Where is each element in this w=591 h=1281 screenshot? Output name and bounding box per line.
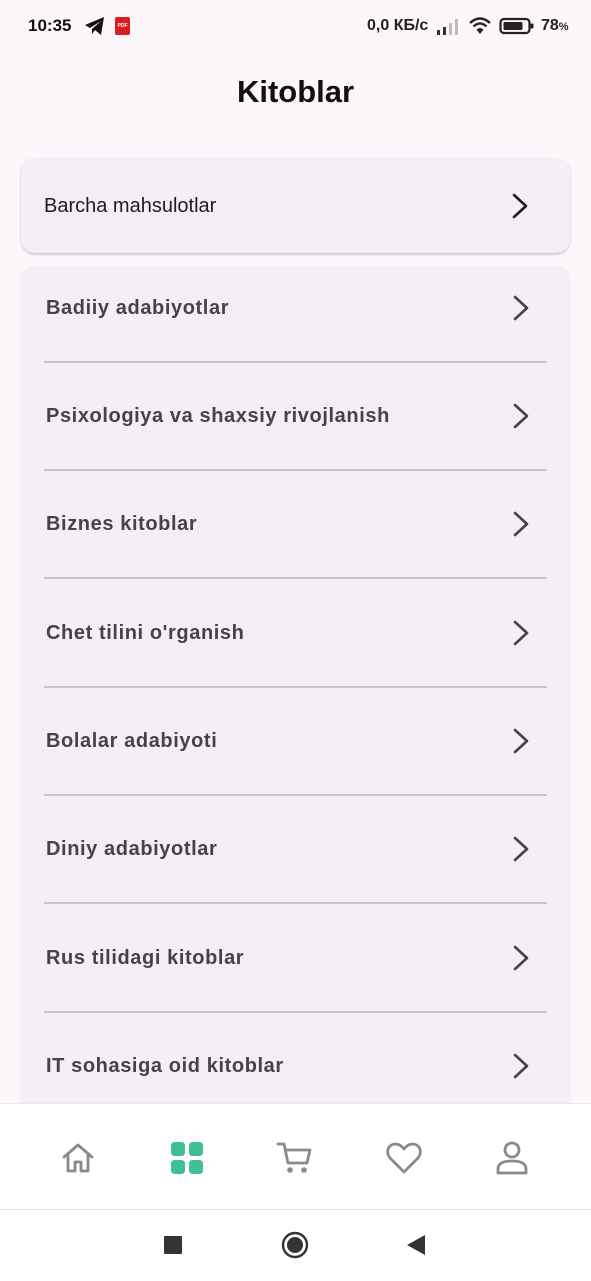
page-title: Kitoblar — [236, 74, 355, 109]
bottom-navigation — [0, 1103, 591, 1210]
category-label: Diniy adabiyotlar — [46, 838, 218, 860]
favorites-icon[interactable] — [384, 1138, 424, 1178]
battery-percent: 78% — [541, 17, 569, 34]
chevron-right-icon — [508, 192, 532, 220]
status-time: 10:35 — [28, 16, 72, 35]
chevron-right-icon — [509, 944, 533, 972]
category-item-biznes[interactable]: Biznes kitoblar — [21, 482, 570, 590]
category-label: Bolalar adabiyoti — [46, 730, 218, 752]
back-icon[interactable] — [406, 1234, 426, 1261]
cart-icon[interactable] — [275, 1138, 315, 1178]
category-item-rus-tili[interactable]: Rus tilidagi kitoblar — [21, 916, 570, 1024]
divider — [44, 1011, 547, 1013]
category-item-diniy[interactable]: Diniy adabiyotlar — [21, 807, 570, 915]
chevron-right-icon — [509, 835, 533, 863]
category-list: Badiiy adabiyotlar Psixologiya va shaxsi… — [21, 266, 570, 1126]
telegram-icon — [85, 17, 104, 35]
chevron-right-icon — [509, 727, 533, 755]
network-speed: 0,0 КБ/с — [367, 17, 429, 34]
divider — [44, 902, 547, 904]
chevron-right-icon — [509, 619, 533, 647]
all-products-item[interactable]: Barcha mahsulotlar — [21, 158, 570, 253]
category-label: Rus tilidagi kitoblar — [46, 947, 245, 969]
categories-icon[interactable] — [167, 1138, 207, 1178]
chevron-right-icon — [509, 1052, 533, 1080]
recent-apps-icon[interactable] — [164, 1236, 182, 1259]
home-button-icon[interactable] — [281, 1231, 309, 1264]
profile-icon[interactable] — [492, 1138, 532, 1178]
category-item-psixologiya[interactable]: Psixologiya va shaxsiy rivojlanish — [21, 374, 570, 482]
divider — [44, 686, 547, 688]
divider — [44, 577, 547, 579]
divider — [44, 794, 547, 796]
system-navigation-bar — [0, 1209, 591, 1281]
category-item-chet-tili[interactable]: Chet tilini o'rganish — [21, 591, 570, 699]
all-products-label: Barcha mahsulotlar — [44, 195, 217, 217]
status-bar: 10:35 PDF 0,0 КБ/с 78% — [0, 0, 591, 54]
category-label: Chet tilini o'rganish — [46, 622, 245, 644]
category-label: Biznes kitoblar — [46, 513, 198, 535]
battery-icon — [499, 17, 534, 35]
divider — [44, 469, 547, 471]
chevron-right-icon — [509, 510, 533, 538]
wifi-icon — [469, 17, 491, 34]
pdf-icon: PDF — [115, 17, 130, 35]
chevron-right-icon — [509, 294, 533, 322]
chevron-right-icon — [509, 402, 533, 430]
category-label: IT sohasiga oid kitoblar — [46, 1055, 284, 1077]
divider — [44, 361, 547, 363]
category-label: Psixologiya va shaxsiy rivojlanish — [46, 405, 390, 427]
category-label: Badiiy adabiyotlar — [46, 297, 230, 319]
signal-icon — [437, 19, 458, 35]
home-icon[interactable] — [58, 1138, 98, 1178]
category-item-bolalar[interactable]: Bolalar adabiyoti — [21, 699, 570, 807]
category-item-badiiy[interactable]: Badiiy adabiyotlar — [21, 266, 570, 374]
